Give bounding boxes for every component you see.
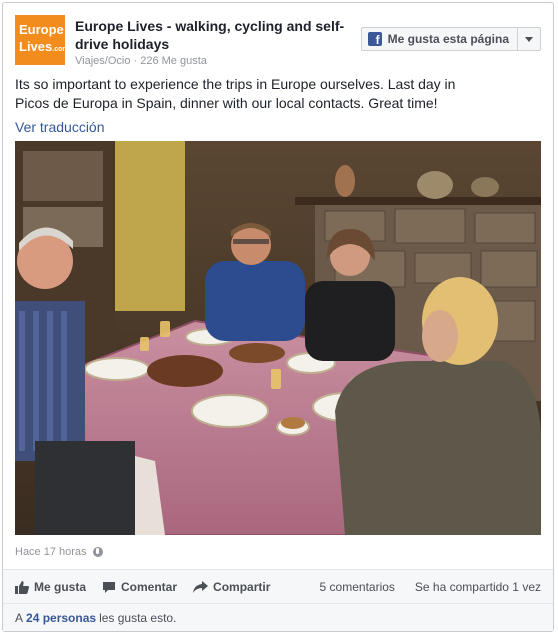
facebook-f-icon: f	[367, 32, 382, 46]
globe-icon	[92, 547, 103, 557]
page-name-link[interactable]: Europe Lives - walking, cycling and self…	[75, 17, 375, 53]
post-header: Europe Lives.com Europe Lives - walking,…	[15, 15, 541, 71]
comments-count-link[interactable]: 5 comentarios	[320, 580, 395, 594]
post-actions-bar: Me gusta Comentar Compartir 5 comentario…	[3, 569, 553, 604]
like-page-label: Me gusta esta página	[387, 32, 509, 46]
likes-summary: A 24 personas les gusta esto.	[3, 603, 553, 631]
like-button[interactable]: Me gusta	[15, 580, 86, 594]
post-photo[interactable]	[15, 141, 541, 535]
thumbs-up-icon	[15, 580, 29, 594]
meta-separator: ·	[130, 55, 141, 67]
like-page-button-group: f Me gusta esta página	[360, 27, 541, 51]
timestamp-text[interactable]: Hace 17 horas	[15, 546, 87, 558]
facebook-post: Europe Lives.com Europe Lives - walking,…	[2, 2, 554, 632]
page-category[interactable]: Viajes/Ocio	[75, 55, 130, 67]
share-button[interactable]: Compartir	[193, 580, 270, 594]
comment-label: Comentar	[121, 580, 178, 594]
logo-text-word: Lives	[19, 39, 53, 54]
logo-text-suffix: .com	[52, 46, 69, 53]
see-translation-link[interactable]: Ver traducción	[15, 119, 105, 135]
comment-icon	[103, 581, 116, 593]
comment-button[interactable]: Comentar	[102, 580, 177, 594]
page-likes-count: 226 Me gusta	[140, 55, 207, 67]
page-logo[interactable]: Europe Lives.com	[15, 15, 69, 65]
post-text: Its so important to experience the trips…	[15, 76, 456, 111]
post-timestamp: Hace 17 horas	[15, 546, 103, 558]
engagement-counts: 5 comentarios Se ha compartido 1 vez	[320, 580, 541, 594]
logo-text-line2: Lives.com	[19, 38, 69, 58]
dinner-photo-illustration	[15, 141, 541, 535]
likes-people-link[interactable]: 24 personas	[26, 611, 96, 625]
likes-prefix: A	[15, 610, 24, 625]
like-page-dropdown[interactable]	[518, 28, 540, 50]
share-label: Compartir	[213, 580, 271, 594]
chevron-down-icon	[525, 36, 533, 42]
logo-text-line1: Europe	[19, 22, 64, 37]
likes-suffix: les gusta esto.	[99, 610, 177, 625]
share-arrow-icon	[193, 580, 209, 593]
like-page-button[interactable]: f Me gusta esta página	[362, 28, 518, 50]
shares-count-link[interactable]: Se ha compartido 1 vez	[415, 580, 541, 594]
like-label: Me gusta	[34, 580, 87, 594]
page-meta: Viajes/Ocio · 226 Me gusta	[75, 55, 207, 67]
